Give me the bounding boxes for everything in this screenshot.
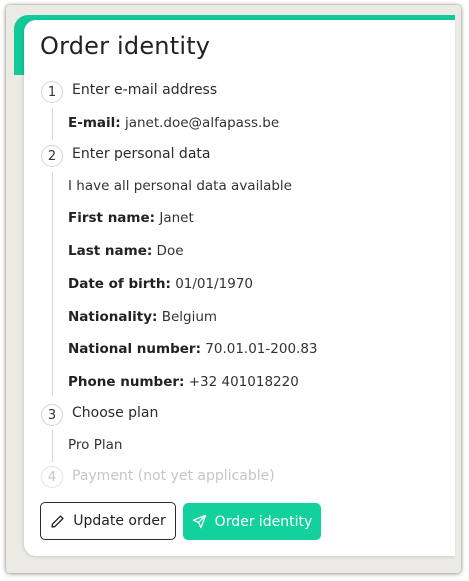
send-icon — [192, 514, 207, 529]
personal-data-note: I have all personal data available — [68, 178, 292, 194]
step-2-label: Enter personal data — [72, 146, 211, 162]
order-identity-button[interactable]: Order identity — [183, 503, 321, 540]
step-1-number: 1 — [41, 81, 63, 103]
step-4-label: Payment (not yet applicable) — [72, 468, 275, 484]
national-number-value: 70.01.01-200.83 — [205, 341, 318, 357]
first-name-label: First name: — [68, 210, 156, 226]
order-identity-label: Order identity — [214, 513, 313, 530]
step-4-number: 4 — [41, 466, 63, 488]
first-name-value: Janet — [159, 210, 194, 226]
step-1-label: Enter e-mail address — [72, 82, 218, 98]
national-number-row: National number: 70.01.01-200.83 — [68, 341, 318, 357]
step-3-connector — [52, 430, 53, 462]
update-order-button[interactable]: Update order — [40, 502, 176, 540]
last-name-row: Last name: Doe — [68, 243, 184, 259]
last-name-value: Doe — [156, 243, 184, 259]
email-row: E-mail: janet.doe@alfapass.be — [68, 115, 279, 131]
email-label: E-mail: — [68, 115, 121, 131]
step-2-number: 2 — [41, 145, 63, 167]
step-3-number: 3 — [41, 404, 63, 426]
dob-value: 01/01/1970 — [175, 276, 253, 292]
card-title: Order identity — [40, 32, 211, 60]
step-1-connector — [52, 108, 53, 140]
pencil-icon — [50, 514, 65, 529]
dob-label: Date of birth: — [68, 276, 171, 292]
nationality-row: Nationality: Belgium — [68, 309, 217, 325]
step-2-connector — [52, 172, 53, 396]
email-value: janet.doe@alfapass.be — [124, 115, 280, 131]
nationality-value: Belgium — [161, 309, 218, 325]
last-name-label: Last name: — [68, 243, 153, 259]
first-name-row: First name: Janet — [68, 210, 194, 226]
national-number-label: National number: — [68, 341, 201, 357]
plan-value: Pro Plan — [68, 437, 123, 453]
phone-row: Phone number: +32 401018220 — [68, 374, 299, 390]
update-order-label: Update order — [73, 513, 166, 529]
phone-value: +32 401018220 — [188, 374, 299, 390]
phone-label: Phone number: — [68, 374, 185, 390]
dob-row: Date of birth: 01/01/1970 — [68, 276, 253, 292]
step-3-label: Choose plan — [72, 405, 159, 421]
nationality-label: Nationality: — [68, 309, 158, 325]
